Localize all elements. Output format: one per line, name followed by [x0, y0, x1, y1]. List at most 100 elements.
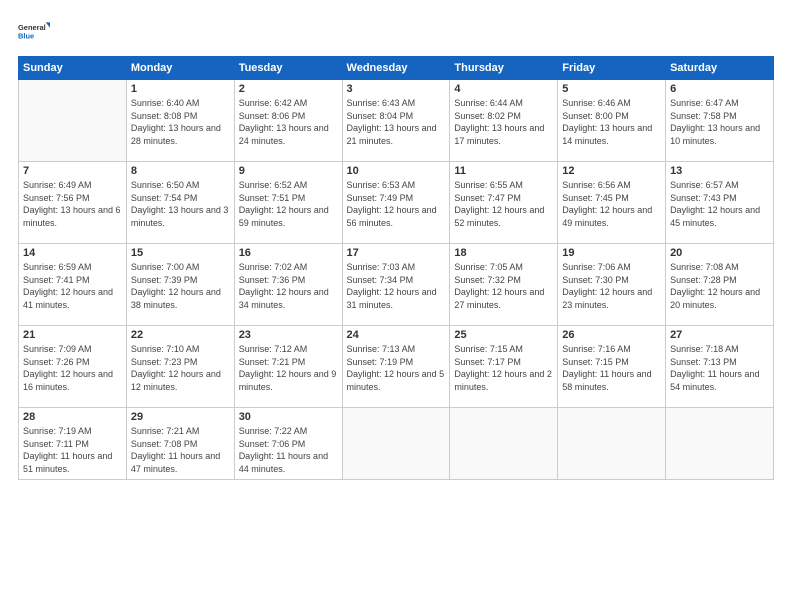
- day-info: Sunrise: 6:50 AM Sunset: 7:54 PM Dayligh…: [131, 179, 230, 229]
- calendar-cell: 21 Sunrise: 7:09 AM Sunset: 7:26 PM Dayli…: [19, 326, 127, 408]
- calendar-cell: [19, 80, 127, 162]
- calendar-cell: 18Sunrise: 7:05 AM Sunset: 7:32 PM Dayli…: [450, 244, 558, 326]
- day-info: Sunrise: 7:16 AM Sunset: 7:15 PM Dayligh…: [562, 343, 661, 393]
- calendar-cell: 4Sunrise: 6:44 AM Sunset: 8:02 PM Daylig…: [450, 80, 558, 162]
- day-info: Sunrise: 6:56 AM Sunset: 7:45 PM Dayligh…: [562, 179, 661, 229]
- weekday-header-friday: Friday: [558, 57, 666, 80]
- day-info: Sunrise: 7:02 AM Sunset: 7:36 PM Dayligh…: [239, 261, 338, 311]
- day-info: Sunrise: 7:09 AM Sunset: 7:26 PM Dayligh…: [23, 343, 122, 393]
- day-number: 25: [454, 329, 553, 341]
- calendar-cell: 27 Sunrise: 7:18 AM Sunset: 7:13 PM Dayli…: [666, 326, 774, 408]
- day-number: 3: [347, 83, 446, 95]
- calendar-week-row: 14 Sunrise: 6:59 AM Sunset: 7:41 PM Dayli…: [19, 244, 774, 326]
- day-number: 4: [454, 83, 553, 95]
- calendar-cell: 29Sunrise: 7:21 AM Sunset: 7:08 PM Dayli…: [126, 408, 234, 480]
- day-number: 10: [347, 165, 446, 177]
- day-info: Sunrise: 6:49 AM Sunset: 7:56 PM Dayligh…: [23, 179, 122, 229]
- day-info: Sunrise: 6:43 AM Sunset: 8:04 PM Dayligh…: [347, 97, 446, 147]
- day-info: Sunrise: 7:10 AM Sunset: 7:23 PM Dayligh…: [131, 343, 230, 393]
- calendar-cell: 12 Sunrise: 6:56 AM Sunset: 7:45 PM Dayli…: [558, 162, 666, 244]
- day-info: Sunrise: 6:53 AM Sunset: 7:49 PM Dayligh…: [347, 179, 446, 229]
- day-number: 11: [454, 165, 553, 177]
- calendar-cell: 19 Sunrise: 7:06 AM Sunset: 7:30 PM Dayli…: [558, 244, 666, 326]
- day-number: 9: [239, 165, 338, 177]
- day-number: 16: [239, 247, 338, 259]
- calendar-cell: 9Sunrise: 6:52 AM Sunset: 7:51 PM Daylig…: [234, 162, 342, 244]
- day-info: Sunrise: 7:06 AM Sunset: 7:30 PM Dayligh…: [562, 261, 661, 311]
- calendar-table: SundayMondayTuesdayWednesdayThursdayFrid…: [18, 56, 774, 480]
- calendar-cell: 15 Sunrise: 7:00 AM Sunset: 7:39 PM Dayli…: [126, 244, 234, 326]
- day-number: 19: [562, 247, 661, 259]
- calendar-cell: 1 Sunrise: 6:40 AM Sunset: 8:08 PM Daylig…: [126, 80, 234, 162]
- calendar-cell: 20 Sunrise: 7:08 AM Sunset: 7:28 PM Dayli…: [666, 244, 774, 326]
- day-number: 28: [23, 411, 122, 423]
- calendar-cell: 24 Sunrise: 7:13 AM Sunset: 7:19 PM Dayli…: [342, 326, 450, 408]
- day-number: 14: [23, 247, 122, 259]
- day-number: 30: [239, 411, 338, 423]
- weekday-header-tuesday: Tuesday: [234, 57, 342, 80]
- day-number: 7: [23, 165, 122, 177]
- calendar-cell: 30 Sunrise: 7:22 AM Sunset: 7:06 PM Dayli…: [234, 408, 342, 480]
- calendar-cell: 14 Sunrise: 6:59 AM Sunset: 7:41 PM Dayli…: [19, 244, 127, 326]
- logo: General Blue: [18, 16, 50, 48]
- calendar-cell: 6 Sunrise: 6:47 AM Sunset: 7:58 PM Daylig…: [666, 80, 774, 162]
- day-number: 18: [454, 247, 553, 259]
- calendar-cell: 10 Sunrise: 6:53 AM Sunset: 7:49 PM Dayli…: [342, 162, 450, 244]
- header: General Blue: [18, 16, 774, 48]
- day-number: 15: [131, 247, 230, 259]
- day-info: Sunrise: 7:19 AM Sunset: 7:11 PM Dayligh…: [23, 425, 122, 475]
- day-number: 12: [562, 165, 661, 177]
- day-number: 13: [670, 165, 769, 177]
- calendar-week-row: 7 Sunrise: 6:49 AM Sunset: 7:56 PM Daylig…: [19, 162, 774, 244]
- day-number: 2: [239, 83, 338, 95]
- day-number: 26: [562, 329, 661, 341]
- day-info: Sunrise: 7:13 AM Sunset: 7:19 PM Dayligh…: [347, 343, 446, 393]
- day-info: Sunrise: 7:00 AM Sunset: 7:39 PM Dayligh…: [131, 261, 230, 311]
- logo-svg: General Blue: [18, 16, 50, 48]
- weekday-header-wednesday: Wednesday: [342, 57, 450, 80]
- day-info: Sunrise: 6:59 AM Sunset: 7:41 PM Dayligh…: [23, 261, 122, 311]
- day-number: 23: [239, 329, 338, 341]
- weekday-header-thursday: Thursday: [450, 57, 558, 80]
- day-number: 24: [347, 329, 446, 341]
- day-info: Sunrise: 6:47 AM Sunset: 7:58 PM Dayligh…: [670, 97, 769, 147]
- calendar-cell: 25 Sunrise: 7:15 AM Sunset: 7:17 PM Dayli…: [450, 326, 558, 408]
- day-info: Sunrise: 6:55 AM Sunset: 7:47 PM Dayligh…: [454, 179, 553, 229]
- day-info: Sunrise: 6:42 AM Sunset: 8:06 PM Dayligh…: [239, 97, 338, 147]
- svg-text:General: General: [18, 23, 46, 32]
- calendar-cell: 22 Sunrise: 7:10 AM Sunset: 7:23 PM Dayli…: [126, 326, 234, 408]
- day-number: 1: [131, 83, 230, 95]
- calendar-cell: 16 Sunrise: 7:02 AM Sunset: 7:36 PM Dayli…: [234, 244, 342, 326]
- calendar-cell: 17 Sunrise: 7:03 AM Sunset: 7:34 PM Dayli…: [342, 244, 450, 326]
- day-number: 6: [670, 83, 769, 95]
- day-number: 17: [347, 247, 446, 259]
- day-info: Sunrise: 7:15 AM Sunset: 7:17 PM Dayligh…: [454, 343, 553, 393]
- calendar-cell: 23Sunrise: 7:12 AM Sunset: 7:21 PM Dayli…: [234, 326, 342, 408]
- calendar-cell: 5 Sunrise: 6:46 AM Sunset: 8:00 PM Daylig…: [558, 80, 666, 162]
- calendar-cell: [450, 408, 558, 480]
- day-number: 22: [131, 329, 230, 341]
- calendar-cell: [666, 408, 774, 480]
- day-number: 27: [670, 329, 769, 341]
- weekday-header-saturday: Saturday: [666, 57, 774, 80]
- calendar-cell: [558, 408, 666, 480]
- day-info: Sunrise: 7:08 AM Sunset: 7:28 PM Dayligh…: [670, 261, 769, 311]
- day-info: Sunrise: 7:18 AM Sunset: 7:13 PM Dayligh…: [670, 343, 769, 393]
- day-number: 5: [562, 83, 661, 95]
- calendar-cell: 28 Sunrise: 7:19 AM Sunset: 7:11 PM Dayli…: [19, 408, 127, 480]
- day-number: 20: [670, 247, 769, 259]
- weekday-header-row: SundayMondayTuesdayWednesdayThursdayFrid…: [19, 57, 774, 80]
- calendar-cell: 8 Sunrise: 6:50 AM Sunset: 7:54 PM Daylig…: [126, 162, 234, 244]
- day-number: 21: [23, 329, 122, 341]
- calendar-cell: 13Sunrise: 6:57 AM Sunset: 7:43 PM Dayli…: [666, 162, 774, 244]
- calendar-cell: 2 Sunrise: 6:42 AM Sunset: 8:06 PM Daylig…: [234, 80, 342, 162]
- calendar-cell: 7 Sunrise: 6:49 AM Sunset: 7:56 PM Daylig…: [19, 162, 127, 244]
- day-number: 8: [131, 165, 230, 177]
- calendar-cell: 26 Sunrise: 7:16 AM Sunset: 7:15 PM Dayli…: [558, 326, 666, 408]
- day-info: Sunrise: 6:46 AM Sunset: 8:00 PM Dayligh…: [562, 97, 661, 147]
- calendar-week-row: 21 Sunrise: 7:09 AM Sunset: 7:26 PM Dayli…: [19, 326, 774, 408]
- day-info: Sunrise: 7:03 AM Sunset: 7:34 PM Dayligh…: [347, 261, 446, 311]
- day-info: Sunrise: 7:22 AM Sunset: 7:06 PM Dayligh…: [239, 425, 338, 475]
- day-info: Sunrise: 6:40 AM Sunset: 8:08 PM Dayligh…: [131, 97, 230, 147]
- weekday-header-sunday: Sunday: [19, 57, 127, 80]
